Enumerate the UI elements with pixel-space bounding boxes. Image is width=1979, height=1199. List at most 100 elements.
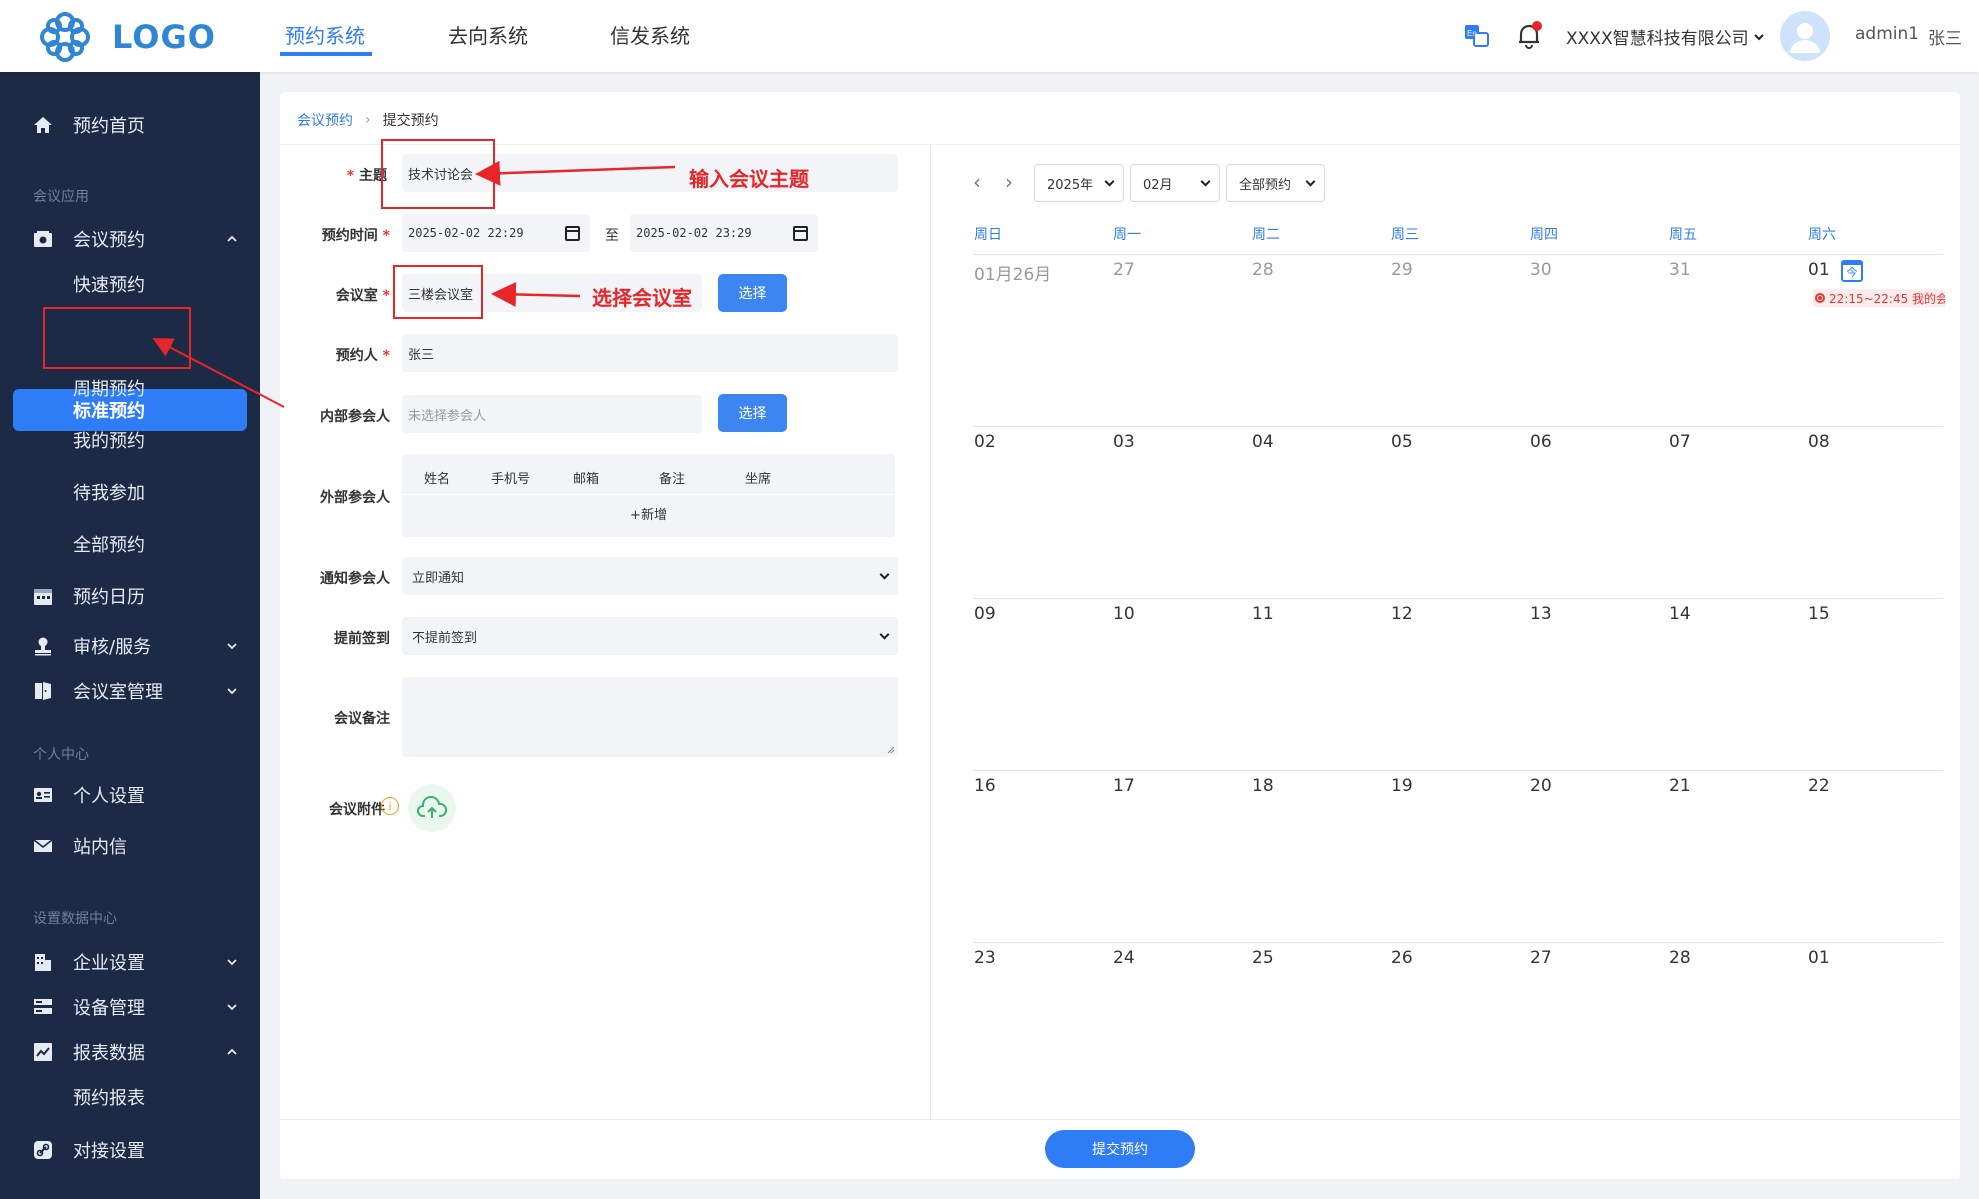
calendar-day[interactable]: 02 (974, 432, 996, 452)
calendar-day[interactable]: 01 (1808, 948, 1830, 968)
calendar-day[interactable]: 25 (1252, 948, 1274, 968)
sidebar-item-calendar[interactable]: 预约日历 (0, 576, 260, 616)
time-separator: 至 (605, 228, 619, 244)
sidebar-item-device-manage[interactable]: 设备管理 (0, 987, 260, 1027)
calendar-day[interactable]: 24 (1113, 948, 1135, 968)
select-room-button[interactable]: 选择 (718, 274, 787, 312)
calendar-picker-icon[interactable] (793, 225, 808, 241)
calendar-day[interactable]: 09 (974, 604, 996, 624)
submit-booking-button[interactable]: 提交预约 (1045, 1130, 1195, 1168)
sidebar-item-meeting-booking[interactable]: 会议预约 (0, 219, 260, 259)
calendar-day[interactable]: 20 (1530, 776, 1552, 796)
table-header: 坐席 (745, 472, 772, 487)
calendar-day[interactable]: 26 (1391, 948, 1413, 968)
sidebar-item-home[interactable]: 预约首页 (0, 105, 260, 145)
calendar-day[interactable]: 05 (1391, 432, 1413, 452)
sidebar-item-quick-booking[interactable]: 快速预约 (0, 264, 260, 304)
remark-textarea[interactable] (402, 677, 898, 757)
add-external-attendee-button[interactable]: +新增 (402, 504, 895, 523)
internal-attendees-input[interactable]: 未选择参会人 (402, 395, 702, 433)
checkin-select[interactable]: 不提前签到 (402, 617, 898, 655)
calendar-day[interactable]: 16 (974, 776, 996, 796)
company-switcher[interactable]: XXXX智慧科技有限公司 (1566, 24, 1765, 49)
select-attendees-button[interactable]: 选择 (718, 394, 787, 432)
month-select[interactable]: 02月 (1130, 164, 1220, 202)
calendar-day[interactable]: 31 (1669, 260, 1691, 280)
sidebar-item-booking-report[interactable]: 预约报表 (0, 1077, 260, 1117)
attachment-label: 会议附件 (329, 802, 385, 818)
avatar[interactable] (1780, 11, 1830, 61)
table-header: 姓名 (424, 472, 451, 487)
booking-filter-select[interactable]: 全部预约 (1226, 164, 1325, 202)
calendar-day[interactable]: 28 (1252, 260, 1274, 280)
end-time-input[interactable]: 2025-02-02 23:29 (630, 214, 818, 252)
calendar-day[interactable]: 17 (1113, 776, 1135, 796)
breadcrumb-current: 提交预约 (382, 113, 439, 129)
sidebar-item-pending-join[interactable]: 待我参加 (0, 472, 260, 512)
upload-button[interactable] (408, 784, 456, 832)
sidebar-item-room-manage[interactable]: 会议室管理 (0, 671, 260, 711)
prev-month-icon[interactable]: ‹ (973, 170, 981, 194)
next-month-icon[interactable]: › (1005, 170, 1013, 194)
cloud-upload-icon (417, 796, 447, 818)
sidebar-item-review-service[interactable]: 审核/服务 (0, 626, 260, 666)
calendar-day[interactable]: 18 (1252, 776, 1274, 796)
sidebar-item-my-booking[interactable]: 我的预约 (0, 420, 260, 460)
sidebar-item-enterprise-settings[interactable]: 企业设置 (0, 942, 260, 982)
year-select[interactable]: 2025年 (1034, 164, 1124, 202)
calendar-day[interactable]: 27 (1113, 260, 1135, 280)
breadcrumb-link[interactable]: 会议预约 (297, 110, 353, 130)
calendar-day[interactable]: 01月26月 (974, 260, 1051, 285)
sidebar-item-integration[interactable]: 对接设置 (0, 1130, 260, 1170)
subject-label: * 主题 (346, 168, 387, 184)
calendar-icon (32, 585, 54, 607)
calendar-day[interactable]: 14 (1669, 604, 1691, 624)
calendar-day[interactable]: 22 (1808, 776, 1830, 796)
calendar-day[interactable]: 23 (974, 948, 996, 968)
calendar-day[interactable]: 07 (1669, 432, 1691, 452)
calendar-day[interactable]: 13 (1530, 604, 1552, 624)
calendar-day[interactable]: 01 (1808, 260, 1830, 280)
sidebar-item-recurring-booking[interactable]: 周期预约 (0, 368, 260, 408)
calendar-day[interactable]: 29 (1391, 260, 1413, 280)
chevron-down-icon (227, 643, 237, 650)
sidebar-item-label: 会议室管理 (73, 682, 163, 703)
tab-signage-system[interactable]: 信发系统 (610, 20, 690, 49)
translate-icon[interactable]: En (1464, 24, 1490, 48)
divider (973, 254, 1943, 255)
calendar-day[interactable]: 06 (1530, 432, 1552, 452)
sidebar-item-personal-settings[interactable]: 个人设置 (0, 775, 260, 815)
tab-whereabouts-system[interactable]: 去向系统 (448, 20, 528, 49)
server-icon (32, 996, 54, 1018)
calendar-picker-icon[interactable] (565, 225, 580, 241)
notification-bell-icon[interactable] (1515, 20, 1543, 50)
calendar-day[interactable]: 19 (1391, 776, 1413, 796)
checkin-label: 提前签到 (334, 631, 390, 647)
calendar-day[interactable]: 12 (1391, 604, 1413, 624)
booker-input[interactable]: 张三 (402, 334, 898, 372)
calendar-day[interactable]: 08 (1808, 432, 1830, 452)
calendar-day[interactable]: 15 (1808, 604, 1830, 624)
calendar-day[interactable]: 04 (1252, 432, 1274, 452)
notify-select[interactable]: 立即通知 (402, 557, 898, 595)
calendar-day[interactable]: 10 (1113, 604, 1135, 624)
calendar-day[interactable]: 30 (1530, 260, 1552, 280)
calendar-day[interactable]: 28 (1669, 948, 1691, 968)
logo: LOGO (38, 10, 216, 64)
calendar-day[interactable]: 27 (1530, 948, 1552, 968)
sidebar-item-report-data[interactable]: 报表数据 (0, 1032, 260, 1072)
calendar-event[interactable]: 22:15~22:45 我的会 (1813, 289, 1945, 307)
resize-handle-icon (887, 746, 895, 754)
calendar-day[interactable]: 21 (1669, 776, 1691, 796)
external-attendees-label: 外部参会人 (320, 490, 390, 506)
sidebar-item-all-booking[interactable]: 全部预约 (0, 524, 260, 564)
sidebar-item-label: 站内信 (73, 837, 127, 858)
start-time-input[interactable]: 2025-02-02 22:29 (402, 214, 590, 252)
divider (402, 494, 895, 495)
calendar-day[interactable]: 03 (1113, 432, 1135, 452)
weekday-header: 周二 (1252, 227, 1280, 243)
sidebar-item-inbox[interactable]: 站内信 (0, 826, 260, 866)
sidebar-item-label: 个人设置 (73, 786, 145, 807)
tab-booking-system[interactable]: 预约系统 (285, 20, 365, 49)
calendar-day[interactable]: 11 (1252, 604, 1274, 624)
